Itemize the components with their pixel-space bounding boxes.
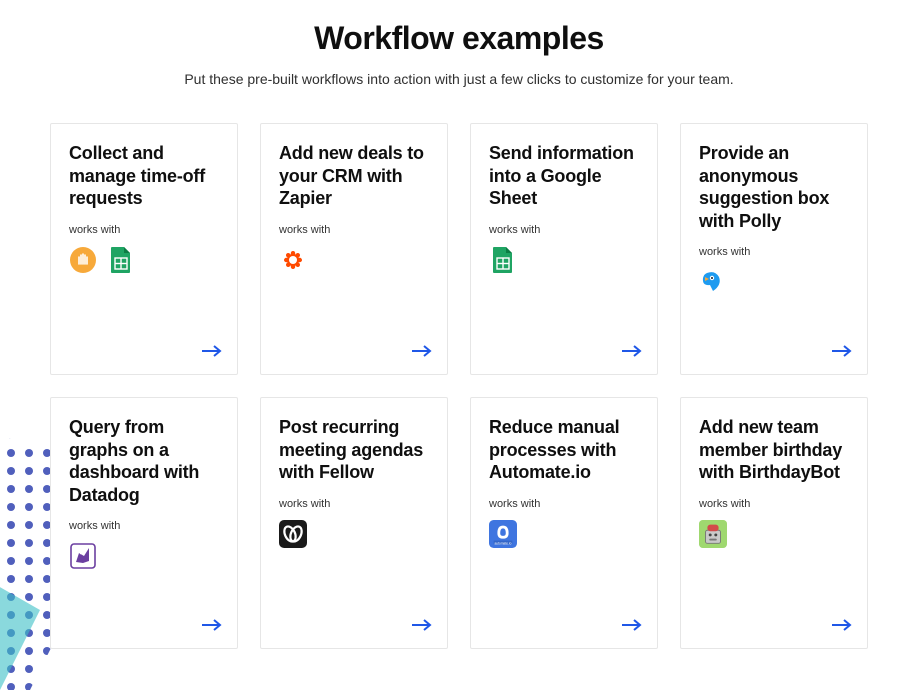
integration-icons xyxy=(489,246,639,274)
card-title: Reduce manual processes with Automate.io xyxy=(489,416,639,484)
integration-icons xyxy=(279,246,429,274)
arrow-icon xyxy=(201,343,223,364)
works-with-label: works with xyxy=(489,498,639,510)
page-title: Workflow examples xyxy=(50,20,868,57)
workflow-card-sheets[interactable]: Send information into a Google Sheet wor… xyxy=(470,123,658,375)
workflow-grid: Collect and manage time-off requests wor… xyxy=(50,123,868,649)
fellow-icon xyxy=(279,520,307,548)
integration-icons xyxy=(699,268,849,296)
arrow-icon xyxy=(411,617,433,638)
works-with-label: works with xyxy=(699,498,849,510)
arrow-icon xyxy=(831,617,853,638)
card-title: Post recurring meeting agendas with Fell… xyxy=(279,416,429,484)
google-sheets-icon xyxy=(489,246,517,274)
workflow-card-birthdaybot[interactable]: Add new team member birthday with Birthd… xyxy=(680,397,868,649)
integration-icons: automate.io xyxy=(489,520,639,548)
workflow-card-polly[interactable]: Provide an anonymous suggestion box with… xyxy=(680,123,868,375)
workflow-card-fellow[interactable]: Post recurring meeting agendas with Fell… xyxy=(260,397,448,649)
card-title: Provide an anonymous suggestion box with… xyxy=(699,142,849,232)
integration-icons xyxy=(69,246,219,274)
works-with-label: works with xyxy=(699,246,849,258)
workflow-card-timeoff[interactable]: Collect and manage time-off requests wor… xyxy=(50,123,238,375)
card-title: Add new team member birthday with Birthd… xyxy=(699,416,849,484)
works-with-label: works with xyxy=(69,520,219,532)
workflow-card-zapier[interactable]: Add new deals to your CRM with Zapier wo… xyxy=(260,123,448,375)
zapier-icon xyxy=(279,246,307,274)
card-title: Collect and manage time-off requests xyxy=(69,142,219,210)
arrow-icon xyxy=(831,343,853,364)
slack-hand-icon xyxy=(69,246,97,274)
automateio-icon: automate.io xyxy=(489,520,517,548)
works-with-label: works with xyxy=(279,498,429,510)
datadog-icon xyxy=(69,542,97,570)
card-title: Query from graphs on a dashboard with Da… xyxy=(69,416,219,506)
works-with-label: works with xyxy=(489,224,639,236)
integration-icons xyxy=(69,542,219,570)
works-with-label: works with xyxy=(69,224,219,236)
arrow-icon xyxy=(411,343,433,364)
integration-icons xyxy=(279,520,429,548)
svg-text:automate.io: automate.io xyxy=(495,541,512,545)
birthdaybot-icon xyxy=(699,520,727,548)
arrow-icon xyxy=(621,617,643,638)
card-title: Add new deals to your CRM with Zapier xyxy=(279,142,429,210)
card-title: Send information into a Google Sheet xyxy=(489,142,639,210)
arrow-icon xyxy=(201,617,223,638)
workflow-card-datadog[interactable]: Query from graphs on a dashboard with Da… xyxy=(50,397,238,649)
works-with-label: works with xyxy=(279,224,429,236)
workflow-card-automateio[interactable]: Reduce manual processes with Automate.io… xyxy=(470,397,658,649)
arrow-icon xyxy=(621,343,643,364)
polly-icon xyxy=(699,268,727,296)
google-sheets-icon xyxy=(107,246,135,274)
page-subtitle: Put these pre-built workflows into actio… xyxy=(50,71,868,87)
integration-icons xyxy=(699,520,849,548)
